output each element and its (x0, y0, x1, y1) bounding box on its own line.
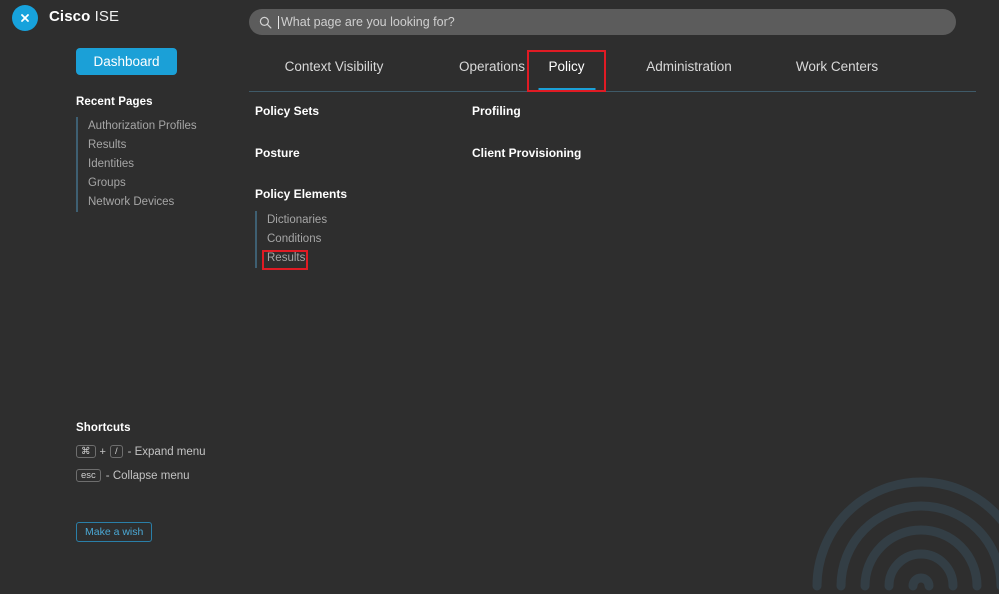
menu-group-title[interactable]: Policy Sets (255, 104, 319, 118)
menu-group-title[interactable]: Client Provisioning (472, 146, 581, 160)
shortcuts-heading: Shortcuts (76, 422, 131, 434)
tab-label: Administration (646, 59, 732, 74)
list-item[interactable]: Results (88, 136, 241, 155)
tab-label: Context Visibility (284, 59, 384, 74)
command-key-cap: ⌘ (76, 445, 96, 458)
shortcut-description: - Collapse menu (105, 469, 190, 482)
top-bar: Cisco ISE What page are you looking for? (0, 0, 999, 44)
tab-administration[interactable]: Administration (624, 50, 754, 92)
recent-pages-heading: Recent Pages (76, 96, 153, 108)
menu-item-results[interactable]: Results (267, 249, 347, 268)
search-placeholder-text: What page are you looking for? (281, 15, 455, 29)
list-item[interactable]: Network Devices (88, 193, 241, 212)
menu-group-policy-sets: Policy Sets (255, 104, 319, 118)
brand-wordmark: Cisco ISE (49, 8, 119, 25)
menu-group-policy-elements: Policy Elements Dictionaries Conditions … (255, 187, 347, 268)
brand-name-secondary: ISE (94, 8, 120, 25)
text-caret (278, 15, 279, 29)
slash-key-cap: / (109, 445, 123, 458)
search-icon (259, 16, 272, 28)
menu-group-title[interactable]: Policy Elements (255, 187, 347, 201)
tab-active-indicator (538, 88, 595, 92)
menu-group-client-provisioning: Client Provisioning (472, 146, 581, 160)
shortcut-collapse-menu: esc - Collapse menu (76, 469, 276, 482)
main-navigation-tabs: Context Visibility Operations Policy Adm… (249, 50, 976, 92)
list-item[interactable]: Groups (88, 174, 241, 193)
menu-group-title[interactable]: Posture (255, 146, 300, 160)
recent-pages-list: Authorization Profiles Results Identitie… (76, 117, 241, 212)
esc-key-cap: esc (76, 469, 101, 482)
menu-group-title[interactable]: Profiling (472, 104, 521, 118)
tab-label: Policy (548, 59, 585, 74)
tab-work-centers[interactable]: Work Centers (777, 50, 897, 92)
menu-group-profiling: Profiling (472, 104, 521, 118)
recent-pages-section: Recent Pages Authorization Profiles Resu… (76, 96, 241, 212)
close-button[interactable] (12, 5, 38, 31)
tab-policy[interactable]: Policy (527, 50, 606, 92)
tab-context-visibility[interactable]: Context Visibility (259, 50, 409, 92)
key-separator: + (99, 445, 106, 458)
menu-group-posture: Posture (255, 146, 300, 160)
search-input[interactable]: What page are you looking for? (249, 9, 956, 35)
menu-item-conditions[interactable]: Conditions (267, 230, 347, 249)
make-a-wish-button[interactable]: Make a wish (76, 522, 153, 542)
menu-item-dictionaries[interactable]: Dictionaries (267, 211, 347, 230)
shortcut-expand-menu: ⌘ + / - Expand menu (76, 445, 276, 458)
list-item[interactable]: Authorization Profiles (88, 117, 241, 136)
tab-label: Operations (458, 59, 526, 74)
close-icon (21, 14, 29, 22)
list-item[interactable]: Identities (88, 155, 241, 174)
policy-elements-sub-list: Dictionaries Conditions Results (255, 211, 347, 268)
brand-name-primary: Cisco (49, 8, 91, 25)
fingerprint-watermark (812, 477, 999, 591)
shortcuts-section: Shortcuts ⌘ + / - Expand menu esc - Coll… (76, 422, 276, 482)
tab-label: Work Centers (795, 59, 879, 74)
shortcut-description: - Expand menu (127, 445, 206, 458)
dashboard-button[interactable]: Dashboard (76, 48, 177, 75)
